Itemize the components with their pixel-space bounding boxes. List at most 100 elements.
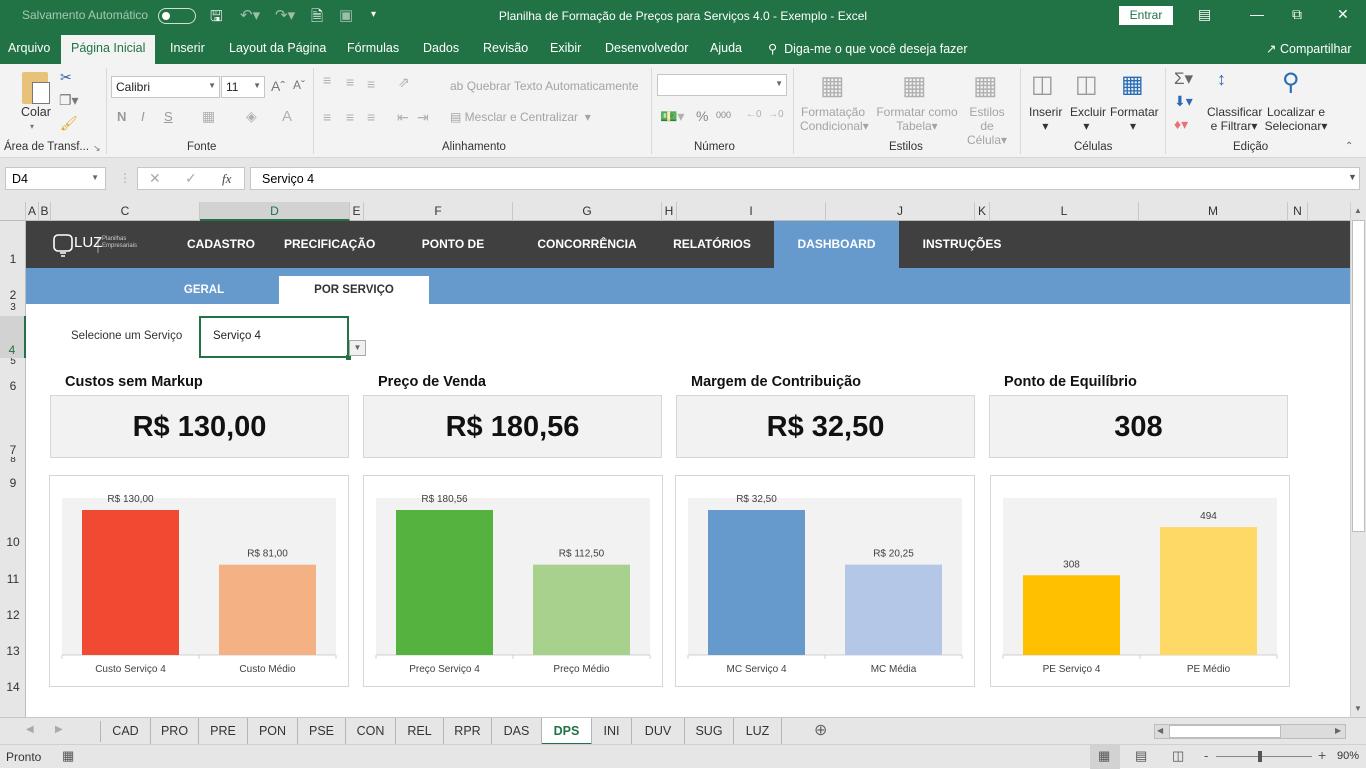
- align-bottom-icon[interactable]: ≡: [367, 76, 375, 92]
- tab-dados[interactable]: Dados: [423, 41, 459, 55]
- sheet-tab[interactable]: PON: [248, 718, 298, 745]
- sheet-tab[interactable]: INI: [592, 718, 632, 745]
- sheet-tab[interactable]: DAS: [492, 718, 542, 745]
- column-header[interactable]: A: [26, 202, 39, 221]
- column-header[interactable]: N: [1288, 202, 1308, 221]
- page-layout-icon[interactable]: ▤: [1135, 748, 1147, 764]
- align-left-icon[interactable]: ≡: [323, 109, 331, 125]
- align-middle-icon[interactable]: ≡: [346, 74, 354, 90]
- font-family-select[interactable]: Calibri ▼: [111, 76, 220, 98]
- sheet-tab[interactable]: SUG: [685, 718, 734, 745]
- italic-button[interactable]: I: [141, 109, 145, 124]
- row-header[interactable]: 6: [0, 368, 26, 395]
- sheet-tab[interactable]: PRO: [151, 718, 199, 745]
- column-header[interactable]: F: [364, 202, 513, 221]
- fill-icon[interactable]: ⬇▾: [1174, 93, 1193, 110]
- wrap-text-button[interactable]: ab Quebrar Texto Automaticamente: [450, 79, 639, 93]
- decrease-decimal-icon[interactable]: →0: [768, 109, 784, 120]
- number-format-select[interactable]: ▼: [657, 74, 787, 96]
- cancel-icon[interactable]: ✕: [149, 170, 161, 187]
- row-header[interactable]: 13: [0, 628, 26, 664]
- row-header[interactable]: 12: [0, 592, 26, 628]
- grow-font-icon[interactable]: Aˆ: [271, 78, 285, 94]
- formula-input[interactable]: Serviço 4: [250, 167, 1360, 190]
- zoom-out-button[interactable]: -: [1204, 748, 1208, 763]
- cut-icon[interactable]: ✂: [60, 69, 72, 86]
- tab-arquivo[interactable]: Arquivo: [8, 41, 50, 55]
- minimize-icon[interactable]: —: [1250, 6, 1264, 22]
- scroll-left-icon[interactable]: ◀: [1157, 726, 1163, 735]
- row-header[interactable]: 14: [0, 664, 26, 700]
- scroll-down-icon[interactable]: ▼: [1354, 704, 1362, 713]
- autosum-icon[interactable]: Σ▾: [1174, 69, 1193, 89]
- subnav-geral[interactable]: GERAL: [130, 276, 278, 304]
- row-header[interactable]: 11: [0, 556, 26, 592]
- nav-dashboard[interactable]: DASHBOARD: [774, 221, 899, 268]
- thousands-button[interactable]: 000: [716, 110, 731, 120]
- bold-button[interactable]: N: [117, 109, 126, 124]
- nav-concorrencia[interactable]: CONCORRÊNCIA: [536, 221, 638, 268]
- chart-margem[interactable]: R$ 32,50 MC Serviço 4 R$ 20,25 MC Média: [675, 475, 975, 687]
- row-header[interactable]: 2: [0, 268, 26, 304]
- expand-formula-icon[interactable]: ▼: [1348, 172, 1357, 182]
- sheet-tab[interactable]: CAD: [101, 718, 151, 745]
- underline-button[interactable]: S: [164, 109, 173, 124]
- format-cells-button[interactable]: Formatar ▾: [1110, 105, 1159, 133]
- insert-function-button[interactable]: fx: [222, 171, 231, 187]
- nav-cadastro[interactable]: CADASTRO: [176, 221, 266, 268]
- shrink-font-icon[interactable]: Aˇ: [293, 78, 305, 92]
- tab-pagina-inicial[interactable]: Página Inicial: [61, 35, 156, 64]
- delete-cells-button[interactable]: Excluir ▾: [1070, 105, 1106, 133]
- dialog-launcher-icon[interactable]: ↘: [93, 143, 101, 154]
- nav-relatorios[interactable]: RELATÓRIOS: [662, 221, 762, 268]
- sheet-tab[interactable]: PSE: [298, 718, 346, 745]
- share-button[interactable]: ↗ Compartilhar: [1266, 41, 1352, 56]
- find-select-button[interactable]: Localizar e Selecionar▾: [1264, 105, 1328, 133]
- chart-ponto-equilibrio[interactable]: 308 PE Serviço 4 494 PE Médio: [990, 475, 1290, 687]
- sign-in-button[interactable]: Entrar: [1119, 6, 1173, 25]
- close-icon[interactable]: ✕: [1337, 6, 1349, 23]
- clear-icon[interactable]: ♦▾: [1174, 116, 1188, 133]
- service-dropdown-button[interactable]: ▼: [349, 340, 366, 356]
- vertical-scrollbar[interactable]: ▲ ▼: [1350, 202, 1366, 717]
- zoom-slider-track[interactable]: [1216, 756, 1312, 757]
- cell-styles-button[interactable]: Estilos de Célula▾: [961, 105, 1013, 147]
- column-header[interactable]: C: [51, 202, 200, 221]
- tab-inserir[interactable]: Inserir: [170, 41, 205, 55]
- chart-custos[interactable]: R$ 130,00 Custo Serviço 4 R$ 81,00 Custo Mé…: [49, 475, 349, 687]
- increase-indent-icon[interactable]: ⇥: [417, 109, 429, 126]
- sheet-tab[interactable]: RPR: [444, 718, 492, 745]
- conditional-format-button[interactable]: Formatação Condicional▾: [800, 105, 869, 133]
- paste-dropdown-icon[interactable]: ▾: [30, 122, 34, 131]
- sheet-tab[interactable]: DUV: [632, 718, 685, 745]
- nav-precificacao[interactable]: PRECIFICAÇÃO: [284, 221, 375, 268]
- format-painter-icon[interactable]: 🖌: [60, 115, 78, 132]
- borders-icon[interactable]: ▦: [202, 108, 215, 125]
- prev-sheet-icon[interactable]: ◀: [26, 724, 34, 735]
- sheet-tab[interactable]: LUZ: [734, 718, 782, 745]
- tab-layout[interactable]: Layout da Página: [229, 41, 326, 55]
- sheet-tab[interactable]: PRE: [199, 718, 248, 745]
- horizontal-scroll-thumb[interactable]: [1169, 725, 1281, 738]
- row-header[interactable]: 9: [0, 467, 26, 496]
- sheet-tab[interactable]: CON: [346, 718, 396, 745]
- align-center-icon[interactable]: ≡: [346, 109, 354, 125]
- column-header[interactable]: H: [662, 202, 677, 221]
- service-selector-cell[interactable]: Serviço 4: [199, 316, 349, 358]
- collapse-ribbon-icon[interactable]: ⌃: [1345, 141, 1353, 152]
- column-header[interactable]: I: [677, 202, 826, 221]
- increase-decimal-icon[interactable]: ←0: [746, 109, 762, 120]
- nav-instrucoes[interactable]: INSTRUÇÕES: [914, 221, 1010, 268]
- column-header[interactable]: D: [200, 202, 350, 221]
- subnav-por-servico[interactable]: POR SERVIÇO: [279, 276, 429, 304]
- insert-cells-button[interactable]: Inserir ▾: [1029, 105, 1062, 133]
- nav-ponto-equilibrio[interactable]: PONTO DE EQUILÍBRIO: [388, 221, 518, 298]
- column-header[interactable]: E: [350, 202, 364, 221]
- row-header[interactable]: 8: [0, 457, 26, 467]
- merge-center-button[interactable]: ▤ Mesclar e Centralizar ▾: [450, 110, 591, 124]
- horizontal-scrollbar[interactable]: ◀ ▶: [1154, 724, 1346, 739]
- tab-exibir[interactable]: Exibir: [550, 41, 581, 55]
- currency-icon[interactable]: 💵▾: [660, 108, 684, 125]
- chart-preco[interactable]: R$ 180,56 Preço Serviço 4 R$ 112,50 Preço M…: [363, 475, 663, 687]
- tell-me-search[interactable]: ⚲ Diga-me o que você deseja fazer: [768, 41, 968, 56]
